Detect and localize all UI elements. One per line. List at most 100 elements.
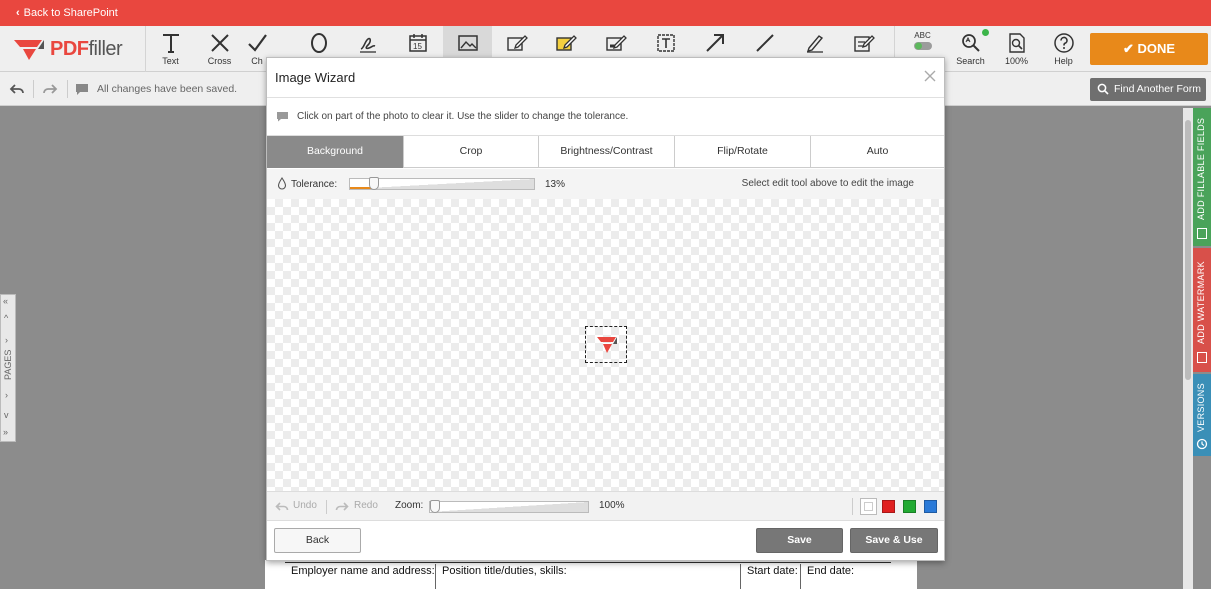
arrow-icon (705, 34, 724, 52)
close-icon[interactable] (924, 70, 936, 82)
dialog-header: Image Wizard (267, 58, 944, 98)
zoom-icon (1008, 33, 1025, 53)
tolerance-slider[interactable] (349, 177, 535, 190)
zoom-value: 100% (599, 500, 625, 511)
right-rail: ADD FILLABLE FIELDS ADD WATERMARK VERSIO… (1183, 108, 1211, 589)
redo-icon (335, 502, 349, 511)
collapse-icon[interactable]: › (5, 390, 8, 400)
toggle-icon (913, 42, 932, 50)
zoom-label: Zoom: (395, 500, 424, 511)
zoom-tool[interactable]: 100% (992, 26, 1041, 72)
back-label: Back to SharePoint (23, 7, 118, 19)
prev-page-icon[interactable]: ^ (4, 313, 8, 323)
image-wizard-dialog: Image Wizard Click on part of the photo … (266, 57, 945, 561)
redo-icon[interactable] (42, 81, 58, 97)
status-dot (982, 29, 989, 36)
scrollbar-thumb[interactable] (1185, 120, 1191, 380)
find-form-label: Find Another Form (1114, 83, 1201, 95)
add-watermark-tab[interactable]: ADD WATERMARK (1193, 248, 1211, 372)
done-button[interactable]: ✔ DONE (1090, 33, 1208, 65)
text-icon (162, 34, 179, 53)
dialog-footer: Back Save Save & Use (267, 521, 944, 561)
swatch-green[interactable] (903, 500, 916, 513)
help-tool[interactable]: Help (1039, 26, 1088, 72)
search-tool[interactable]: Search (946, 26, 995, 72)
pdffiller-logo-icon (14, 40, 44, 60)
undo-icon[interactable] (9, 81, 25, 97)
instruction-bar: Click on part of the photo to clear it. … (267, 98, 944, 136)
tab-background[interactable]: Background (267, 136, 404, 168)
swatch-blue[interactable] (924, 500, 937, 513)
chevron-left-icon: ‹ (16, 7, 20, 19)
line-icon (755, 34, 774, 52)
pdffiller-logo-icon (597, 337, 617, 353)
document-page: Employer name and address: Position titl… (265, 560, 917, 589)
form-icon (1197, 228, 1207, 239)
doc-cell-position: Position title/duties, skills: (435, 564, 740, 589)
watermark-label: ADD WATERMARK (1196, 261, 1206, 344)
add-fillable-fields-tab[interactable]: ADD FILLABLE FIELDS (1193, 108, 1211, 246)
doc-cell-employer: Employer name and address: (291, 565, 435, 577)
fillable-label: ADD FILLABLE FIELDS (1196, 117, 1206, 220)
undo-button[interactable]: Undo (293, 500, 317, 511)
save-and-use-button[interactable]: Save & Use (850, 528, 938, 553)
check-icon (248, 34, 267, 52)
cross-icon (210, 34, 229, 52)
zoom-slider-handle[interactable] (430, 500, 440, 513)
selected-image[interactable] (585, 326, 627, 363)
last-page-icon[interactable]: » (3, 427, 8, 437)
tolerance-note: Select edit tool above to edit the image (741, 178, 914, 189)
versions-tab[interactable]: VERSIONS (1193, 374, 1211, 456)
saved-status: All changes have been saved. (97, 83, 238, 95)
image-canvas[interactable] (267, 199, 944, 491)
redo-button[interactable]: Redo (354, 500, 378, 511)
tab-auto[interactable]: Auto (811, 136, 944, 168)
erase-icon (506, 35, 528, 51)
expand-icon[interactable]: › (5, 335, 8, 345)
tolerance-label: Tolerance: (291, 179, 338, 190)
tolerance-value: 13% (545, 179, 566, 190)
pages-panel[interactable]: « ^ › PAGES › v » (0, 294, 16, 442)
swatch-transparent[interactable] (860, 498, 877, 515)
versions-label: VERSIONS (1196, 383, 1206, 432)
sticky-note-icon (853, 35, 875, 52)
doc-cell-end: End date: (800, 564, 892, 589)
zoom-slider[interactable] (429, 500, 589, 513)
next-page-icon[interactable]: v (4, 410, 9, 420)
text-tool[interactable]: Text (146, 26, 195, 72)
search-label: Search (956, 56, 985, 66)
tab-flip-rotate[interactable]: Flip/Rotate (675, 136, 811, 168)
blackout-icon (605, 35, 627, 51)
save-button[interactable]: Save (756, 528, 843, 553)
doc-cell-start: Start date: (740, 564, 800, 589)
help-label: Help (1054, 56, 1073, 66)
instruction-text: Click on part of the photo to clear it. … (297, 111, 629, 122)
spellcheck-label: ABC (914, 31, 931, 40)
watermark-icon (1197, 352, 1207, 363)
chat-icon (76, 84, 88, 95)
dialog-title: Image Wizard (275, 70, 356, 85)
search-icon (961, 34, 980, 52)
undo-icon (275, 502, 289, 511)
svg-text:15: 15 (413, 42, 422, 51)
back-to-sharepoint-link[interactable]: ‹ Back to SharePoint (0, 0, 1211, 26)
find-another-form-button[interactable]: Find Another Form (1090, 78, 1206, 101)
scrollbar[interactable] (1183, 108, 1193, 589)
highlight-icon (555, 35, 577, 51)
image-icon (457, 35, 478, 51)
pdffiller-logo: PDFfiller (12, 34, 123, 64)
date-icon: 15 (408, 34, 427, 52)
help-icon (1053, 33, 1074, 53)
cross-tool[interactable]: Cross (195, 26, 244, 72)
cross-tool-label: Cross (207, 56, 232, 66)
back-button[interactable]: Back (274, 528, 361, 553)
first-page-icon[interactable]: « (3, 297, 8, 306)
tolerance-slider-handle[interactable] (369, 177, 379, 190)
tab-brightness-contrast[interactable]: Brightness/Contrast (539, 136, 675, 168)
pages-label: PAGES (3, 349, 13, 380)
tab-crop[interactable]: Crop (404, 136, 539, 168)
signature-icon (359, 37, 376, 53)
swatch-red[interactable] (882, 500, 895, 513)
droplet-icon (277, 177, 287, 190)
check-icon: ✔ (1122, 41, 1138, 56)
